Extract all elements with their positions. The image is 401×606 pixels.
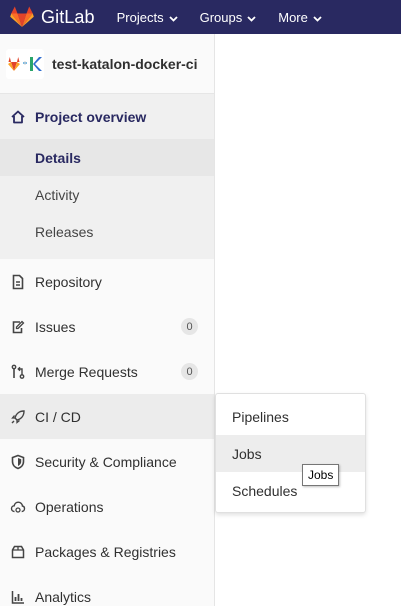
package-icon [10,544,26,560]
sidebar-item-merge-requests[interactable]: Merge Requests 0 [0,349,214,394]
sidebar-item-label: Project overview [35,108,147,125]
sidebar-item-issues[interactable]: Issues 0 [0,304,214,349]
sidebar-item-label: Repository [35,273,102,290]
sidebar-item-label: Merge Requests [35,363,138,380]
project-name: test-katalon-docker-ci [52,55,198,72]
project-header[interactable]: test-katalon-docker-ci [0,34,214,94]
sidebar-item-project-overview[interactable]: Project overview [0,94,214,139]
merge-requests-count-badge: 0 [181,363,198,380]
nav-projects-label: Projects [116,9,164,25]
nav-projects[interactable]: Projects [117,0,178,34]
flyout-item-schedules[interactable]: Schedules [216,472,365,509]
jobs-tooltip: Jobs [302,464,340,486]
brand-name: GitLab [41,6,95,27]
nav-more-label: More [278,9,308,25]
sidebar-subitem-activity[interactable]: Activity [0,176,214,213]
issues-count-badge: 0 [181,318,198,335]
sidebar-item-label: Operations [35,498,104,515]
sidebar-item-label: CI / CD [35,408,81,425]
flyout-item-label: Schedules [232,482,298,499]
doc-icon [10,274,26,290]
merge-request-icon [10,364,26,380]
sidebar-item-ci-cd[interactable]: CI / CD [0,394,214,439]
sidebar-item-label: Analytics [35,588,92,605]
sidebar-item-label: Issues [35,318,76,335]
sidebar-item-analytics[interactable]: Analytics [0,574,214,606]
gitlab-home-link[interactable]: GitLab [0,0,95,34]
flyout-item-label: Pipelines [232,408,289,425]
sidebar-subitem-releases[interactable]: Releases [0,213,214,251]
top-navbar: GitLab Projects Groups More [0,0,401,34]
sidebar-subitem-label: Activity [35,186,80,203]
sidebar-item-operations[interactable]: Operations [0,484,214,529]
cloud-gear-icon [10,499,26,515]
nav-groups[interactable]: Groups [200,0,257,34]
ci-cd-flyout-menu: Pipelines Jobs Schedules [215,393,366,513]
sidebar-subitem-details[interactable]: Details [0,139,214,176]
sidebar-item-label: Packages & Registries [35,543,176,560]
flyout-item-pipelines[interactable]: Pipelines [216,398,365,435]
nav-groups-label: Groups [199,9,243,25]
project-overview-section: Project overview Details Activity Releas… [0,94,214,259]
issues-icon [10,319,26,335]
sidebar-item-security-compliance[interactable]: Security & Compliance [0,439,214,484]
chevron-down-icon [247,10,256,25]
shield-icon [10,454,26,470]
sidebar-subitem-label: Releases [35,224,94,240]
chevron-down-icon [168,10,178,25]
chart-icon [10,589,26,605]
sidebar-item-repository[interactable]: Repository [0,259,214,304]
nav-more[interactable]: More [278,0,322,34]
project-avatar-icon [8,56,42,71]
flyout-item-jobs[interactable]: Jobs [216,435,365,472]
chevron-down-icon [313,10,322,25]
rocket-icon [10,409,26,425]
project-avatar [6,48,44,79]
sidebar-item-packages-registries[interactable]: Packages & Registries [0,529,214,574]
home-icon [10,109,26,125]
sidebar-subitem-label: Details [35,149,81,166]
project-sidebar: test-katalon-docker-ci Project overview … [0,34,215,606]
flyout-item-label: Jobs [232,445,262,462]
sidebar-item-label: Security & Compliance [35,453,177,470]
gitlab-logo-icon [10,6,34,28]
main-content [215,34,401,606]
